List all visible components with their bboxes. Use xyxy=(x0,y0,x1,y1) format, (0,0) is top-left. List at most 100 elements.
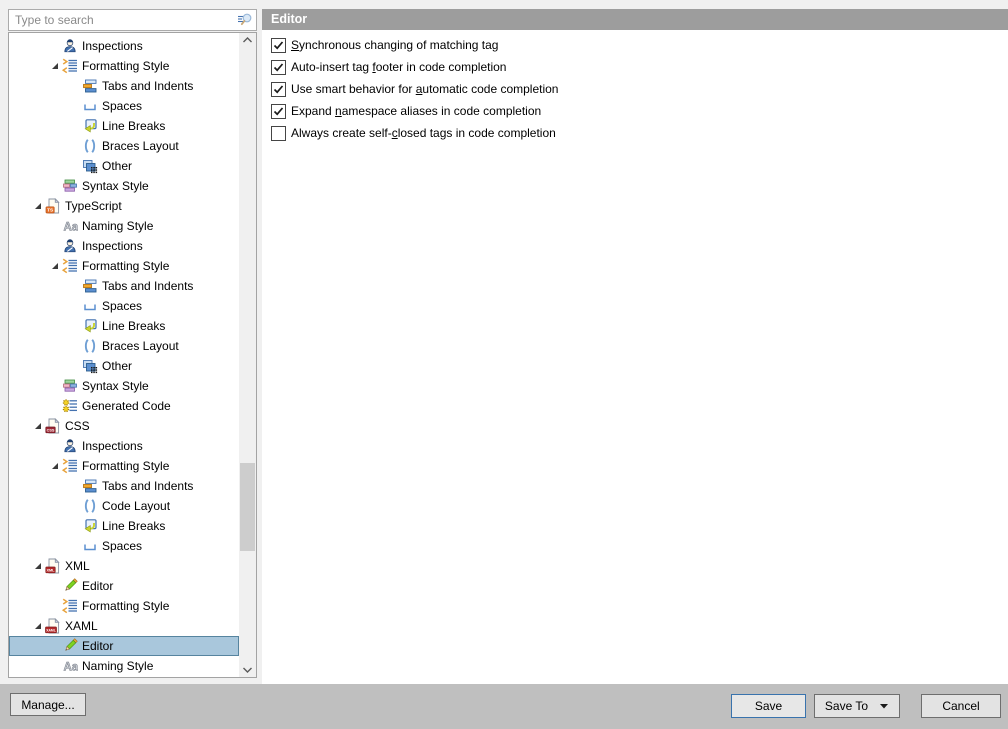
tree-item-generated-code[interactable]: Generated Code xyxy=(9,396,239,416)
expander-spacer xyxy=(47,439,62,453)
tree-item-inspections[interactable]: Inspections xyxy=(9,236,239,256)
tree-item-label: CSS xyxy=(65,419,90,433)
footer-bar: Manage... Save Save To Cancel xyxy=(0,684,1008,729)
expander-collapse-icon[interactable] xyxy=(47,459,62,473)
tree-item-label: Code Layout xyxy=(102,499,170,513)
tree-item-typescript[interactable]: TSTypeScript xyxy=(9,196,239,216)
save-to-button[interactable]: Save To xyxy=(814,694,900,718)
expander-collapse-icon[interactable] xyxy=(47,259,62,273)
tree-item-line-breaks[interactable]: Line Breaks xyxy=(9,116,239,136)
expander-collapse-icon[interactable] xyxy=(47,59,62,73)
expander-spacer xyxy=(67,99,82,113)
formatting-icon xyxy=(62,58,78,74)
tree-item-formatting-style[interactable]: Formatting Style xyxy=(9,456,239,476)
expander-spacer xyxy=(47,219,62,233)
tree-item-label: Syntax Style xyxy=(82,179,149,193)
tree-scrollbar[interactable] xyxy=(239,33,256,677)
checked-checkbox[interactable] xyxy=(271,82,286,97)
tree-item-braces-layout[interactable]: Braces Layout xyxy=(9,136,239,156)
checkbox-label[interactable]: Synchronous changing of matching tag xyxy=(291,38,498,52)
checkbox-label-text: Use smart behavior for xyxy=(291,82,416,96)
tree-item-syntax-style[interactable]: Syntax Style xyxy=(9,176,239,196)
tree-item-braces-layout[interactable]: Braces Layout xyxy=(9,336,239,356)
checked-checkbox[interactable] xyxy=(271,38,286,53)
chevron-down-icon xyxy=(879,702,889,710)
expander-spacer xyxy=(67,339,82,353)
tree-item-naming-style[interactable]: AaNaming Style xyxy=(9,656,239,676)
tree-item-editor[interactable]: Editor xyxy=(9,576,239,596)
tree-item-label: Editor xyxy=(82,639,113,653)
expander-collapse-icon[interactable] xyxy=(30,559,45,573)
tree-item-line-breaks[interactable]: Line Breaks xyxy=(9,516,239,536)
tree-item-other[interactable]: Other xyxy=(9,156,239,176)
tabs-icon xyxy=(82,478,98,494)
tree-item-label: Braces Layout xyxy=(102,339,179,353)
checkbox-label[interactable]: Auto-insert tag footer in code completio… xyxy=(291,60,506,74)
linebreaks-icon xyxy=(82,518,98,534)
scrollbar-up-icon[interactable] xyxy=(239,33,256,48)
manage-button[interactable]: Manage... xyxy=(10,693,86,716)
checked-checkbox[interactable] xyxy=(271,104,286,119)
expander-collapse-icon[interactable] xyxy=(30,619,45,633)
expander-spacer xyxy=(67,359,82,373)
tree-item-other[interactable]: Other xyxy=(9,356,239,376)
tree-item-css[interactable]: CSSCSS xyxy=(9,416,239,436)
search-input[interactable] xyxy=(9,10,237,30)
expander-spacer xyxy=(67,79,82,93)
svg-text:TS: TS xyxy=(47,208,53,213)
tree-item-label: Syntax Style xyxy=(82,379,149,393)
scrollbar-down-icon[interactable] xyxy=(239,662,256,677)
tree-item-tabs-and-indents[interactable]: Tabs and Indents xyxy=(9,476,239,496)
tree-item-formatting-style[interactable]: Formatting Style xyxy=(9,596,239,616)
checkbox-label[interactable]: Use smart behavior for automatic code co… xyxy=(291,82,558,96)
expander-spacer xyxy=(47,179,62,193)
checked-checkbox[interactable] xyxy=(271,60,286,75)
tree-item-syntax-style[interactable]: Syntax Style xyxy=(9,376,239,396)
svg-text:Aa: Aa xyxy=(64,222,79,234)
tree-item-editor[interactable]: Editor xyxy=(9,636,239,656)
tree-item-tabs-and-indents[interactable]: Tabs and Indents xyxy=(9,76,239,96)
tree-item-inspections[interactable]: Inspections xyxy=(9,36,239,56)
checkbox-label-text: losed tags in code completion xyxy=(398,126,556,140)
tree-item-label: Braces Layout xyxy=(102,139,179,153)
svg-text:XML: XML xyxy=(46,568,55,572)
expander-spacer xyxy=(67,499,82,513)
option-row-auto-insert-tag-footer-in-code-completion: Auto-insert tag footer in code completio… xyxy=(262,56,1008,78)
tree-item-code-layout[interactable]: Code Layout xyxy=(9,496,239,516)
naming-icon: Aa xyxy=(62,218,78,234)
expander-collapse-icon[interactable] xyxy=(30,199,45,213)
tree-item-naming-style[interactable]: AaNaming Style xyxy=(9,216,239,236)
tree-item-label: Inspections xyxy=(82,439,143,453)
tree-item-label: Naming Style xyxy=(82,659,153,673)
tree-item-spaces[interactable]: Spaces xyxy=(9,296,239,316)
formatting-icon xyxy=(62,598,78,614)
tree-item-label: Editor xyxy=(82,579,113,593)
checkbox-label[interactable]: Expand namespace aliases in code complet… xyxy=(291,104,541,118)
option-row-expand-namespace-aliases-in-code-completion: Expand namespace aliases in code complet… xyxy=(262,100,1008,122)
tree-item-spaces[interactable]: Spaces xyxy=(9,536,239,556)
checkbox-label-text: ooter in code completion xyxy=(376,60,507,74)
tree-item-spaces[interactable]: Spaces xyxy=(9,96,239,116)
tree-item-tabs-and-indents[interactable]: Tabs and Indents xyxy=(9,276,239,296)
naming-icon: Aa xyxy=(62,658,78,674)
xml-icon: XML xyxy=(45,558,61,574)
syntax-icon xyxy=(62,178,78,194)
expander-collapse-icon[interactable] xyxy=(30,419,45,433)
tree-item-inspections[interactable]: Inspections xyxy=(9,436,239,456)
tree-item-formatting-style[interactable]: Formatting Style xyxy=(9,56,239,76)
tree-item-formatting-style[interactable]: Formatting Style xyxy=(9,256,239,276)
cancel-button[interactable]: Cancel xyxy=(921,694,1001,718)
pencil-icon xyxy=(62,578,78,594)
checkbox-label-text: Always create self- xyxy=(291,126,392,140)
svg-text:Aa: Aa xyxy=(64,662,79,674)
tree-item-label: Spaces xyxy=(102,99,142,113)
inspections-icon xyxy=(62,438,78,454)
unchecked-checkbox[interactable] xyxy=(271,126,286,141)
scrollbar-thumb[interactable] xyxy=(240,463,255,551)
tree-item-line-breaks[interactable]: Line Breaks xyxy=(9,316,239,336)
checkbox-label[interactable]: Always create self-closed tags in code c… xyxy=(291,126,556,140)
tree-item-label: Inspections xyxy=(82,239,143,253)
tree-item-xaml[interactable]: XAMLXAML xyxy=(9,616,239,636)
tree-item-xml[interactable]: XMLXML xyxy=(9,556,239,576)
save-button[interactable]: Save xyxy=(731,694,806,718)
